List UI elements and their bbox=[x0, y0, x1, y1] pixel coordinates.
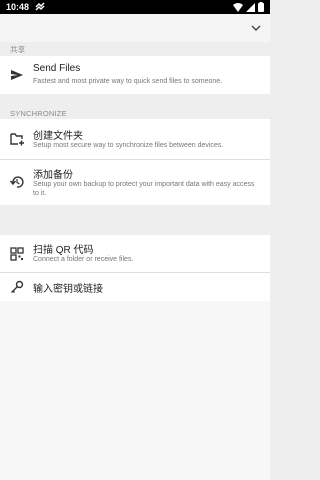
empty-area bbox=[0, 301, 270, 480]
battery-icon bbox=[258, 2, 264, 12]
connect-card: 扫描 QR 代码 Connect a folder or receive fil… bbox=[0, 235, 270, 301]
send-icon bbox=[11, 70, 23, 80]
status-time: 10:48 bbox=[6, 2, 30, 12]
send-files-description: Fastest and most private way to quick se… bbox=[33, 78, 223, 85]
add-backup-description: Setup your own backup to protect your im… bbox=[33, 181, 255, 197]
section-label-sync: SYNCHRONIZE bbox=[10, 109, 67, 118]
qr-code-icon bbox=[10, 247, 24, 261]
scan-qr-item[interactable]: 扫描 QR 代码 Connect a folder or receive fil… bbox=[0, 235, 270, 272]
section-label-share: 共享 bbox=[10, 45, 26, 54]
send-files-item[interactable]: Send Files Fastest and most private way … bbox=[0, 56, 270, 94]
notification-icon bbox=[35, 1, 45, 13]
create-folder-title: 创建文件夹 bbox=[33, 131, 83, 142]
key-icon bbox=[11, 280, 24, 293]
status-icons bbox=[233, 2, 264, 12]
chevron-down-icon[interactable] bbox=[250, 22, 262, 34]
add-backup-title: 添加备份 bbox=[33, 170, 73, 181]
enter-key-item[interactable]: 输入密钥或链接 bbox=[0, 273, 270, 301]
add-backup-item[interactable]: 添加备份 Setup your own backup to protect yo… bbox=[0, 160, 270, 205]
add-folder-icon bbox=[10, 133, 24, 146]
wifi-icon bbox=[233, 2, 243, 12]
create-folder-description: Setup most secure way to synchronize fil… bbox=[33, 142, 224, 149]
scan-qr-description: Connect a folder or receive files. bbox=[33, 256, 134, 263]
sync-card: 创建文件夹 Setup most secure way to synchroni… bbox=[0, 119, 270, 205]
scan-qr-title: 扫描 QR 代码 bbox=[33, 245, 94, 256]
top-bar bbox=[0, 14, 270, 42]
send-files-title: Send Files bbox=[33, 63, 81, 74]
status-bar: 10:48 bbox=[0, 0, 270, 14]
backup-restore-icon bbox=[9, 176, 24, 188]
send-files-card[interactable]: Send Files Fastest and most private way … bbox=[0, 56, 270, 94]
signal-icon bbox=[246, 2, 255, 12]
enter-key-title: 输入密钥或链接 bbox=[33, 284, 103, 295]
create-folder-item[interactable]: 创建文件夹 Setup most secure way to synchroni… bbox=[0, 119, 270, 159]
